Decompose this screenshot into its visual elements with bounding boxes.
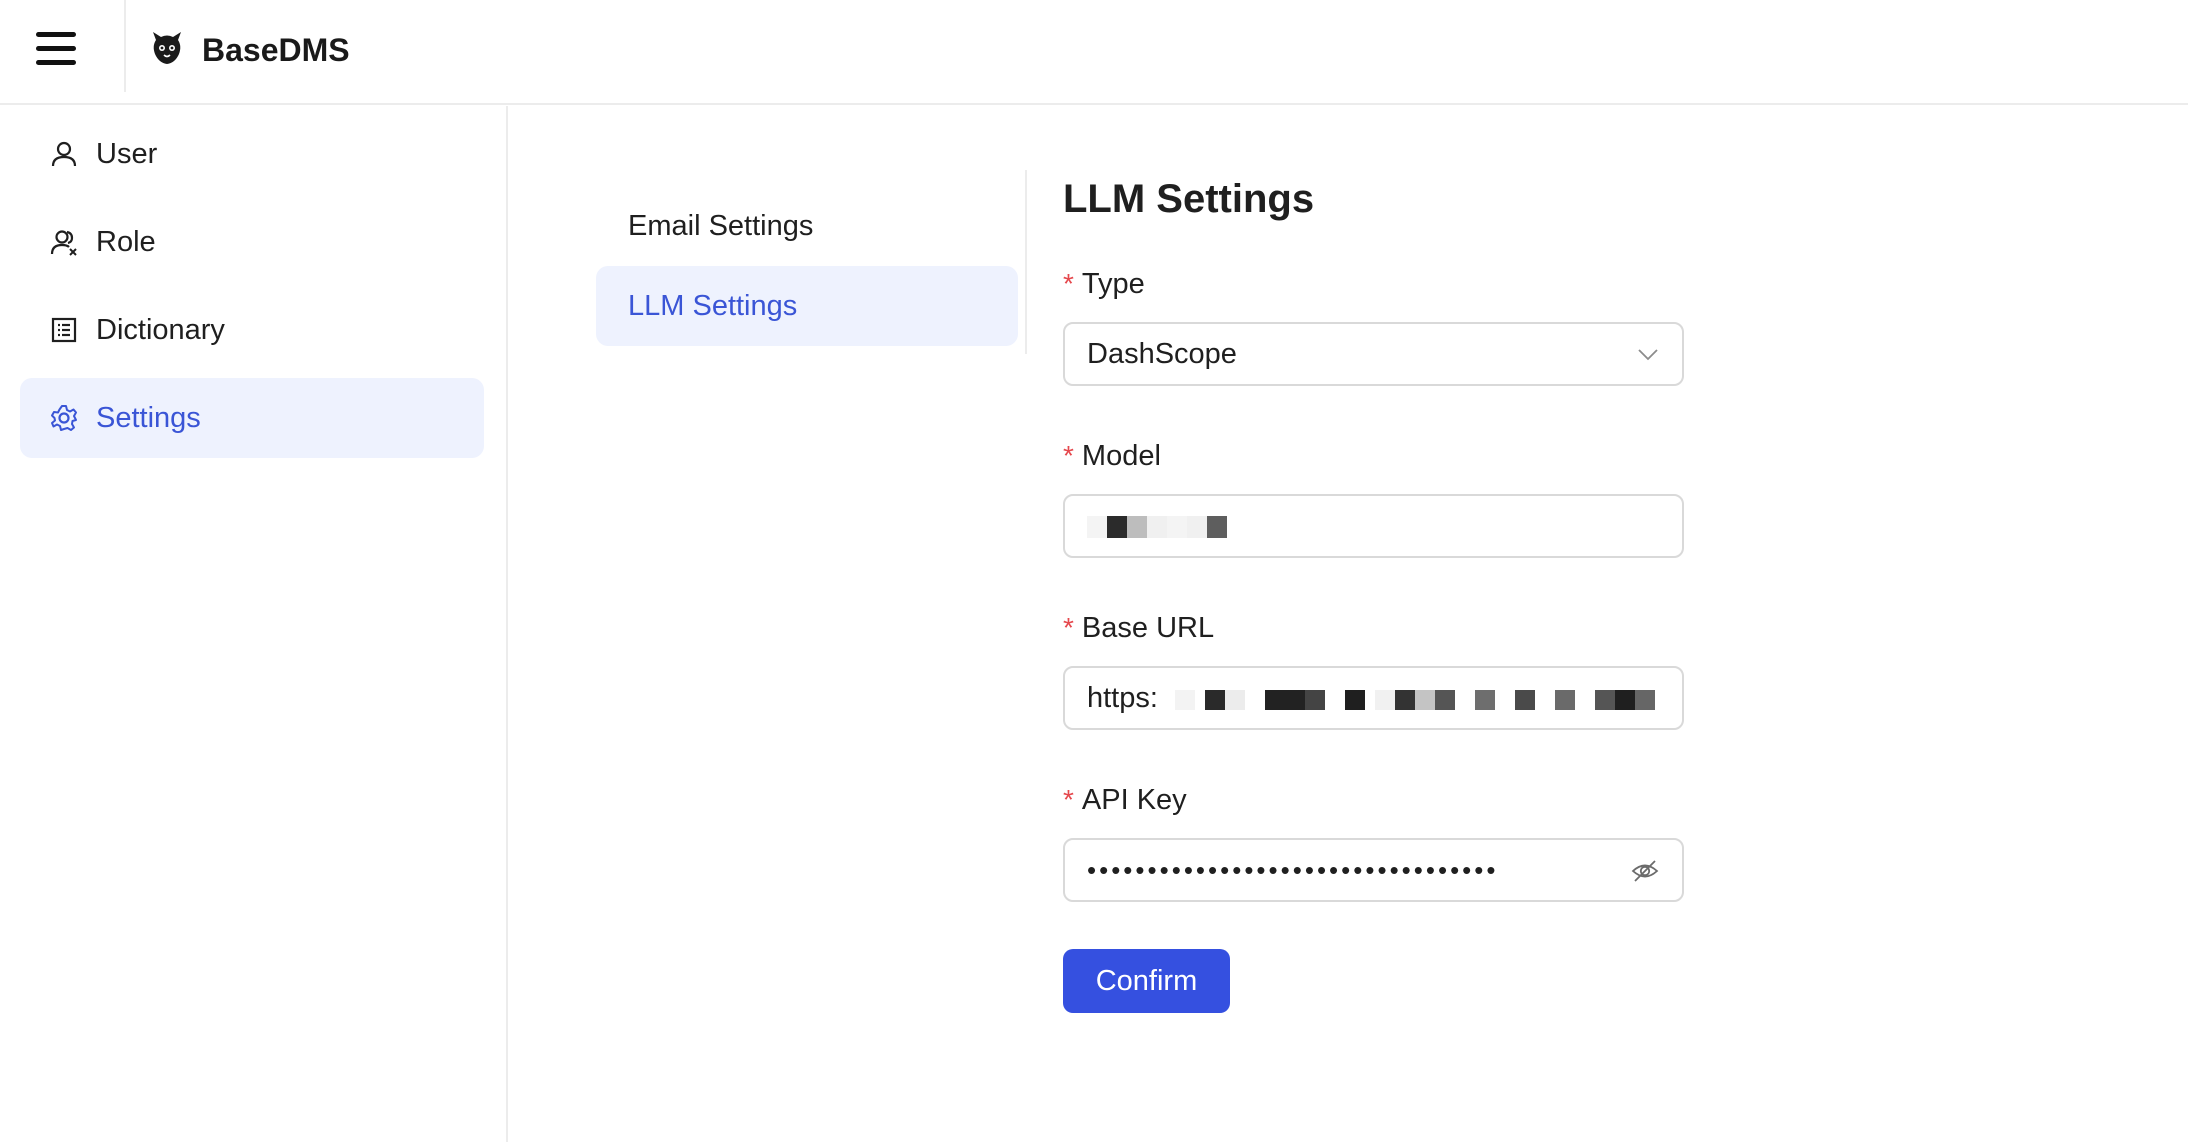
tab-llm-settings[interactable]: LLM Settings xyxy=(596,266,1018,346)
chevron-down-icon xyxy=(1638,349,1658,361)
top-header: BaseDMS xyxy=(0,0,2188,105)
list-icon xyxy=(51,317,77,343)
redacted-text xyxy=(1175,690,1665,710)
page-title: LLM Settings xyxy=(1063,177,1315,221)
required-marker: * xyxy=(1063,612,1074,643)
model-input[interactable] xyxy=(1063,494,1684,558)
header-divider xyxy=(124,0,126,92)
sidebar-item-label: Settings xyxy=(96,402,201,434)
logo-icon xyxy=(153,32,181,64)
required-marker: * xyxy=(1063,268,1074,299)
api-key-label: * API Key xyxy=(1063,784,1187,816)
model-label: * Model xyxy=(1063,440,1161,472)
redacted-text xyxy=(1087,516,1237,538)
users-icon xyxy=(50,230,77,256)
tab-email-settings[interactable]: Email Settings xyxy=(596,186,1018,266)
sidebar-item-label: User xyxy=(96,138,158,170)
type-label: * Type xyxy=(1063,268,1145,300)
user-icon xyxy=(51,141,77,167)
confirm-button[interactable]: Confirm xyxy=(1063,949,1230,1013)
base-url-label: * Base URL xyxy=(1063,612,1215,644)
type-select[interactable]: DashScope xyxy=(1063,322,1684,386)
sidebar-item-user[interactable]: User xyxy=(20,114,484,194)
api-key-input[interactable]: •••••••••••••••••••••••••••••••••• xyxy=(1063,838,1684,902)
base-url-input-value: https: xyxy=(1087,682,1158,714)
required-marker: * xyxy=(1063,440,1074,471)
api-key-input-value: •••••••••••••••••••••••••••••••••• xyxy=(1087,855,1499,885)
app-title: BaseDMS xyxy=(202,32,350,68)
submenu-item-label: Email Settings xyxy=(628,210,814,242)
submenu-item-label: LLM Settings xyxy=(628,290,798,322)
sidebar-item-settings[interactable]: Settings xyxy=(20,378,484,458)
menu-toggle-icon[interactable] xyxy=(36,30,76,68)
required-marker: * xyxy=(1063,784,1074,815)
sidebar-item-role[interactable]: Role xyxy=(20,202,484,282)
gear-icon xyxy=(51,405,77,431)
submenu-divider xyxy=(1025,170,1027,354)
base-url-input[interactable]: https: xyxy=(1063,666,1684,730)
sidebar-item-label: Dictionary xyxy=(96,314,225,346)
eye-off-icon[interactable] xyxy=(1630,856,1660,886)
sidebar: User Role Dictionary Settings xyxy=(0,106,508,1142)
sidebar-item-dictionary[interactable]: Dictionary xyxy=(20,290,484,370)
sidebar-item-label: Role xyxy=(96,226,156,258)
type-select-value: DashScope xyxy=(1087,338,1237,370)
